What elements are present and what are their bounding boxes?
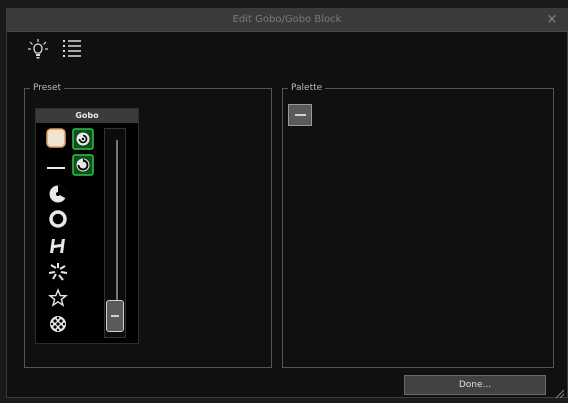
line-gobo-icon[interactable] xyxy=(46,158,66,178)
gobo-panel-header: Gobo xyxy=(36,109,138,123)
done-button[interactable]: Done... xyxy=(404,375,546,395)
resize-grip-icon[interactable] xyxy=(553,384,565,399)
lightbulb-icon[interactable] xyxy=(26,38,50,60)
title-bar[interactable]: Edit Gobo/Gobo Block × xyxy=(7,9,567,32)
ring-gobo-icon[interactable] xyxy=(48,209,68,229)
gobo-slider-rail xyxy=(116,140,118,326)
burst-gobo-icon[interactable] xyxy=(48,262,68,282)
fan-gobo-icon[interactable] xyxy=(48,184,68,204)
window-title: Edit Gobo/Gobo Block xyxy=(232,14,342,25)
open-white-gobo-icon[interactable] xyxy=(46,128,66,148)
close-icon[interactable]: × xyxy=(545,12,559,28)
spiral-gobo-icon[interactable] xyxy=(72,128,94,150)
palette-group-label: Palette xyxy=(288,82,326,94)
star-gobo-icon[interactable] xyxy=(48,288,68,308)
h-shape-gobo-icon[interactable] xyxy=(48,236,68,256)
palette-swatch-button[interactable] xyxy=(288,104,312,126)
dots-gobo-icon[interactable] xyxy=(48,314,68,334)
preset-group-label: Preset xyxy=(30,82,65,94)
list-icon[interactable] xyxy=(60,38,84,60)
gobo-slider-thumb[interactable] xyxy=(106,300,124,332)
rotate-gobo-icon[interactable] xyxy=(72,154,94,176)
palette-group: Palette xyxy=(282,82,554,368)
